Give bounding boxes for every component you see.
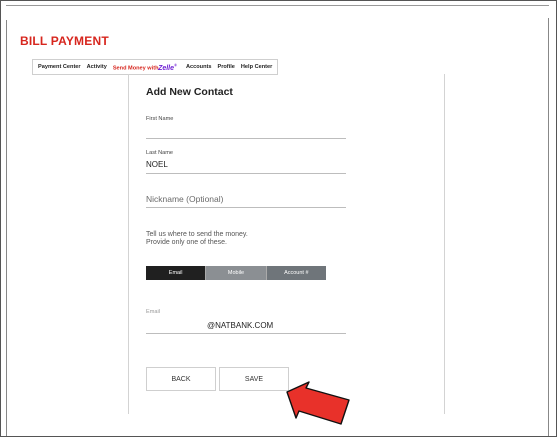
- zelle-registered-mark: ®: [174, 62, 177, 68]
- nav-payment-center[interactable]: Payment Center: [38, 64, 81, 70]
- tab-mobile[interactable]: Mobile: [205, 266, 267, 280]
- nickname-input[interactable]: Nickname (Optional): [146, 194, 223, 204]
- last-name-label: Last Name: [146, 150, 174, 156]
- red-pointer-arrow-icon: [286, 381, 350, 425]
- instruction-line-2: Provide only one of these.: [146, 239, 227, 246]
- save-button[interactable]: SAVE: [219, 367, 289, 391]
- nav-send-money-label: Send Money with: [112, 65, 159, 72]
- back-button[interactable]: BACK: [146, 367, 216, 391]
- last-name-input[interactable]: NOEL: [146, 160, 168, 169]
- first-name-underline: [146, 138, 346, 139]
- contact-method-tabs: Email Mobile Account #: [146, 266, 326, 280]
- first-name-label: First Name: [146, 116, 174, 122]
- zelle-logo-text: Zelle: [158, 64, 175, 72]
- page-edge-left: [6, 20, 7, 436]
- page-edge-top: [6, 5, 549, 6]
- nav-profile[interactable]: Profile: [217, 64, 234, 70]
- tab-account-number[interactable]: Account #: [266, 266, 326, 280]
- first-name-input[interactable]: [146, 126, 346, 136]
- email-underline: [146, 333, 346, 334]
- email-label: Email: [146, 309, 160, 315]
- form-heading: Add New Contact: [146, 86, 233, 98]
- zelle-logo: Zelle®: [158, 62, 177, 72]
- tab-email[interactable]: Email: [146, 266, 206, 280]
- nav-help-center[interactable]: Help Center: [241, 64, 272, 70]
- page-title: BILL PAYMENT: [20, 34, 109, 48]
- nav-send-money[interactable]: Send Money with Zelle®: [113, 62, 180, 71]
- nickname-underline: [146, 207, 346, 208]
- page-edge-right: [548, 18, 549, 436]
- email-input[interactable]: @NATBANK.COM: [207, 321, 273, 330]
- main-nav: Payment Center Activity Send Money with …: [32, 59, 279, 75]
- panel-border-left: [128, 74, 129, 414]
- instruction-line-1: Tell us where to send the money.: [146, 231, 248, 238]
- send-instructions: Tell us where to send the money. Provide…: [146, 231, 248, 247]
- nav-activity[interactable]: Activity: [87, 64, 107, 70]
- nav-accounts[interactable]: Accounts: [186, 64, 212, 70]
- last-name-underline: [146, 173, 346, 174]
- panel-border-right: [444, 74, 445, 414]
